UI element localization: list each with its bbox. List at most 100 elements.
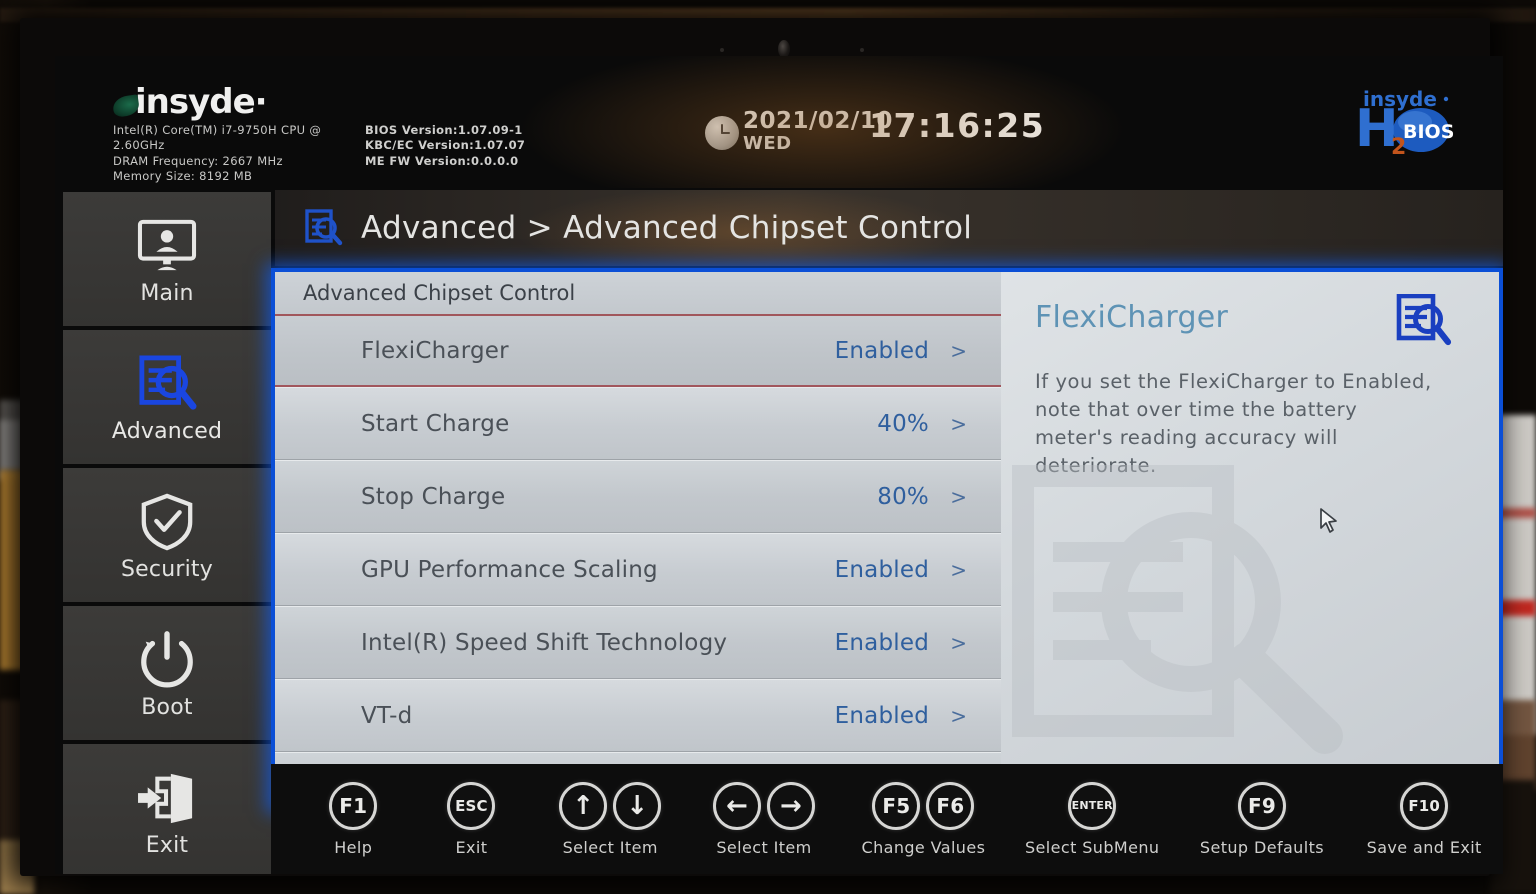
dram-frequency: DRAM Frequency: 2667 MHz	[113, 153, 283, 168]
document-magnifier-icon	[1395, 293, 1453, 352]
insyde-logo-dot: ·	[254, 82, 268, 122]
sidebar: Main Advanced Security Boot Exit	[63, 192, 271, 874]
setting-row-start-charge[interactable]: Start Charge 40% >	[275, 387, 1001, 460]
sidebar-item-label: Advanced	[111, 418, 223, 444]
function-key-bar: F1 Help ESC Exit ↑ ↓ Select Item ← → Sel…	[271, 764, 1503, 874]
key-caption: Setup Defaults	[1199, 837, 1324, 857]
breadcrumb-text: Advanced > Advanced Chipset Control	[361, 210, 973, 246]
breadcrumb: Advanced > Advanced Chipset Control	[275, 190, 1503, 266]
cpu-line-2: 2.60GHz	[113, 138, 165, 153]
sidebar-item-label: Main	[140, 280, 194, 306]
insyde-h2o-bios-logo: insyde H 2 BIOS	[1345, 84, 1465, 162]
exit-door-arrow-icon	[136, 765, 198, 831]
microphone-hole	[860, 48, 864, 52]
setting-label: VT-d	[361, 702, 413, 729]
me-fw-version: ME FW Version:0.0.0.0	[365, 153, 519, 168]
chevron-right-icon: >	[950, 338, 967, 363]
clock-icon	[705, 116, 739, 150]
sidebar-item-label: Boot	[141, 694, 193, 720]
sidebar-item-label: Security	[121, 556, 213, 582]
sidebar-item-advanced[interactable]: Advanced	[63, 330, 271, 464]
cpu-line-1: Intel(R) Core(TM) i7-9750H CPU @	[113, 123, 322, 137]
bios-header: insyde· Intel(R) Core(TM) i7-9750H CPU @…	[55, 56, 1503, 188]
key-group-help[interactable]: F1 Help	[297, 781, 410, 857]
bios-screen: insyde· Intel(R) Core(TM) i7-9750H CPU @…	[55, 56, 1503, 874]
setting-row-speed-shift-technology[interactable]: Intel(R) Speed Shift Technology Enabled …	[275, 606, 1001, 679]
chevron-right-icon: >	[950, 411, 967, 436]
date-display: 2021/02/10 WED	[705, 109, 893, 154]
key-f1[interactable]: F1	[329, 781, 378, 830]
setting-value: Enabled	[834, 337, 929, 364]
key-enter[interactable]: ENTER	[1068, 781, 1117, 830]
sidebar-item-label: Exit	[145, 832, 189, 858]
key-group-select-item-horizontal[interactable]: ← → Select Item	[687, 781, 841, 857]
svg-text:BIOS: BIOS	[1403, 121, 1454, 143]
key-arrow-right[interactable]: →	[767, 781, 815, 830]
chevron-right-icon: >	[950, 557, 967, 582]
bios-version: BIOS Version:1.07.09-1	[365, 123, 523, 137]
key-group-save-and-exit[interactable]: F10 Save and Exit	[1345, 781, 1503, 857]
chevron-right-icon: >	[950, 484, 967, 509]
settings-list: Advanced Chipset Control FlexiCharger En…	[275, 272, 1035, 804]
sidebar-item-exit[interactable]: Exit	[63, 744, 271, 874]
setting-label: Start Charge	[361, 410, 510, 437]
document-magnifier-watermark	[1011, 464, 1371, 764]
key-arrow-up[interactable]: ↑	[559, 781, 608, 830]
setting-label: GPU Performance Scaling	[361, 556, 658, 583]
shield-check-icon	[138, 489, 196, 555]
microphone-hole	[720, 48, 724, 52]
key-f9[interactable]: F9	[1237, 781, 1286, 830]
setting-label: FlexiCharger	[361, 337, 509, 364]
arrow-down-icon: ↓	[626, 790, 649, 821]
key-group-change-values[interactable]: F5 F6 Change Values	[841, 781, 1006, 857]
key-arrow-left[interactable]: ←	[713, 781, 761, 830]
setting-label: Intel(R) Speed Shift Technology	[361, 629, 728, 656]
key-f5[interactable]: F5	[872, 781, 921, 830]
sidebar-item-boot[interactable]: Boot	[63, 606, 271, 740]
setting-label: Stop Charge	[361, 483, 506, 510]
key-f10[interactable]: F10	[1400, 781, 1449, 830]
sidebar-item-main[interactable]: Main	[63, 192, 271, 326]
memory-size: Memory Size: 8192 MB	[113, 169, 253, 184]
setting-row-vt-d[interactable]: VT-d Enabled >	[275, 679, 1001, 752]
help-title: FlexiCharger	[1035, 300, 1229, 335]
key-arrow-down[interactable]: ↓	[613, 781, 662, 830]
setting-row-stop-charge[interactable]: Stop Charge 80% >	[275, 460, 1001, 533]
power-icon	[137, 627, 197, 693]
chevron-right-icon: >	[950, 630, 967, 655]
setting-row-gpu-performance-scaling[interactable]: GPU Performance Scaling Enabled >	[275, 533, 1001, 606]
settings-list-title: Advanced Chipset Control	[275, 272, 1001, 314]
key-caption: Select SubMenu	[1025, 837, 1160, 857]
sidebar-item-security[interactable]: Security	[63, 468, 271, 602]
mouse-pointer	[1319, 508, 1341, 534]
key-group-setup-defaults[interactable]: F9 Setup Defaults	[1179, 781, 1346, 857]
insyde-logo: insyde·	[111, 82, 268, 122]
system-info: Intel(R) Core(TM) i7-9750H CPU @ 2.60GHz…	[113, 123, 393, 185]
arrow-right-icon: →	[780, 790, 802, 821]
help-panel: FlexiCharger If you set the FlexiCharger…	[1001, 272, 1499, 804]
key-f6[interactable]: F6	[926, 781, 975, 830]
setting-value: 40%	[877, 410, 929, 437]
setting-value: Enabled	[834, 556, 929, 583]
key-group-select-submenu[interactable]: ENTER Select SubMenu	[1006, 781, 1179, 857]
arrow-up-icon: ↑	[572, 790, 595, 821]
setting-value: 80%	[877, 483, 929, 510]
current-time: 17:16:25	[869, 106, 1046, 145]
key-caption: Save and Exit	[1366, 837, 1482, 857]
insyde-wordmark: insyde	[135, 82, 256, 122]
monitor-user-icon	[136, 213, 198, 279]
document-magnifier-icon	[303, 208, 343, 248]
setting-row-flexicharger[interactable]: FlexiCharger Enabled >	[275, 314, 1001, 387]
key-caption: Select Item	[716, 837, 812, 857]
key-esc[interactable]: ESC	[447, 781, 496, 830]
setting-value: Enabled	[834, 702, 929, 729]
chevron-right-icon: >	[950, 703, 967, 728]
laptop-bezel: insyde· Intel(R) Core(TM) i7-9750H CPU @…	[20, 18, 1503, 876]
key-group-select-item-vertical[interactable]: ↑ ↓ Select Item	[533, 781, 687, 857]
key-caption: Exit	[455, 837, 488, 857]
setting-value: Enabled	[834, 629, 929, 656]
settings-panel: Advanced Chipset Control FlexiCharger En…	[271, 268, 1503, 808]
key-group-exit[interactable]: ESC Exit	[410, 781, 534, 857]
kbc-ec-version: KBC/EC Version:1.07.07	[365, 138, 526, 153]
version-info: BIOS Version:1.07.09-1 KBC/EC Version:1.…	[365, 123, 525, 169]
